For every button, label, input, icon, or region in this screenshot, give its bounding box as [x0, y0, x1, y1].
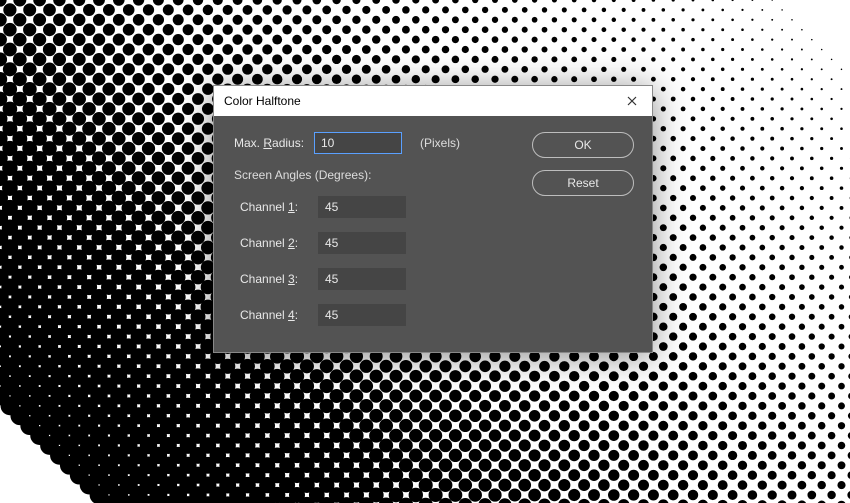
close-button[interactable] — [612, 86, 652, 116]
channel-1-label: Channel 1: — [234, 200, 310, 214]
channel-1-input[interactable] — [318, 196, 406, 218]
dialog-title: Color Halftone — [224, 94, 301, 108]
reset-button[interactable]: Reset — [532, 170, 634, 196]
max-radius-label: Max. Radius: — [234, 136, 306, 150]
channel-2-label: Channel 2: — [234, 236, 310, 250]
channel-4-label: Channel 4: — [234, 308, 310, 322]
screen-angles-label: Screen Angles (Degrees): — [234, 168, 512, 182]
channel-3-input[interactable] — [318, 268, 406, 290]
close-icon — [627, 96, 637, 106]
channel-4-input[interactable] — [318, 304, 406, 326]
dialog-titlebar[interactable]: Color Halftone — [214, 86, 652, 116]
max-radius-input[interactable] — [314, 132, 402, 154]
max-radius-unit: (Pixels) — [420, 136, 460, 150]
color-halftone-dialog: Color Halftone Max. Radius: (Pixels) Scr… — [213, 85, 653, 353]
channel-3-label: Channel 3: — [234, 272, 310, 286]
ok-button[interactable]: OK — [532, 132, 634, 158]
channel-2-input[interactable] — [318, 232, 406, 254]
